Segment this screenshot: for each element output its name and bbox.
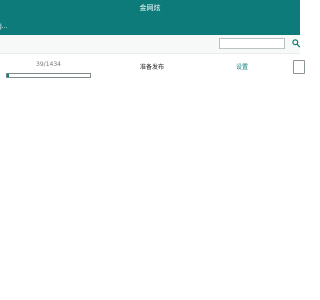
search-input[interactable] xyxy=(219,38,285,49)
progress-count: 39/1434 xyxy=(36,61,61,68)
title-bar: 金网炫 J... xyxy=(0,0,300,35)
settings-link[interactable]: 设置 xyxy=(226,64,258,72)
window-subtitle: J... xyxy=(0,23,8,30)
window-title: 金网炫 xyxy=(139,4,161,12)
progress-bar xyxy=(6,73,91,78)
action-button[interactable] xyxy=(293,60,305,74)
search-icon[interactable] xyxy=(292,39,300,48)
status-label: 准备发布 xyxy=(139,64,164,71)
progress-fill xyxy=(7,74,10,77)
